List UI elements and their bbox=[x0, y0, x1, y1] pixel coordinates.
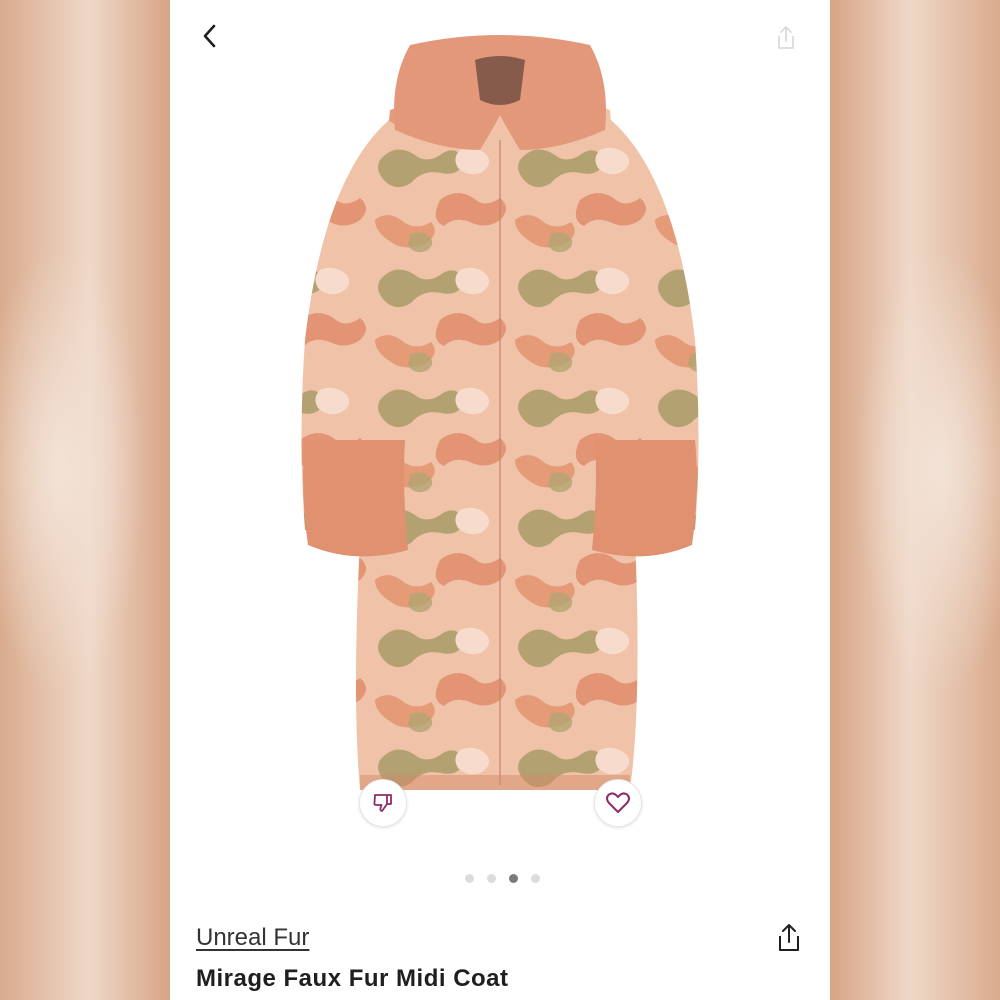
heart-icon bbox=[606, 792, 630, 813]
chevron-left-icon bbox=[203, 24, 216, 48]
product-title: Mirage Faux Fur Midi Coat bbox=[196, 965, 509, 992]
carousel-dot[interactable] bbox=[464, 874, 474, 883]
carousel-indicator bbox=[170, 874, 830, 886]
carousel-dot-active[interactable] bbox=[508, 874, 518, 883]
product-image[interactable] bbox=[230, 20, 770, 810]
thumbs-down-icon bbox=[373, 794, 392, 812]
dislike-button[interactable] bbox=[359, 779, 407, 827]
share-icon bbox=[778, 26, 794, 49]
back-button[interactable] bbox=[192, 18, 228, 54]
brand-link[interactable]: Unreal Fur bbox=[196, 924, 309, 952]
carousel-dot[interactable] bbox=[530, 874, 540, 883]
share-icon bbox=[779, 924, 799, 951]
product-screen: Unreal Fur Mirage Faux Fur Midi Coat bbox=[170, 0, 830, 1000]
share-button[interactable] bbox=[772, 920, 806, 956]
share-button-top[interactable] bbox=[770, 22, 802, 54]
carousel-dot[interactable] bbox=[486, 874, 496, 883]
like-button[interactable] bbox=[594, 779, 642, 827]
